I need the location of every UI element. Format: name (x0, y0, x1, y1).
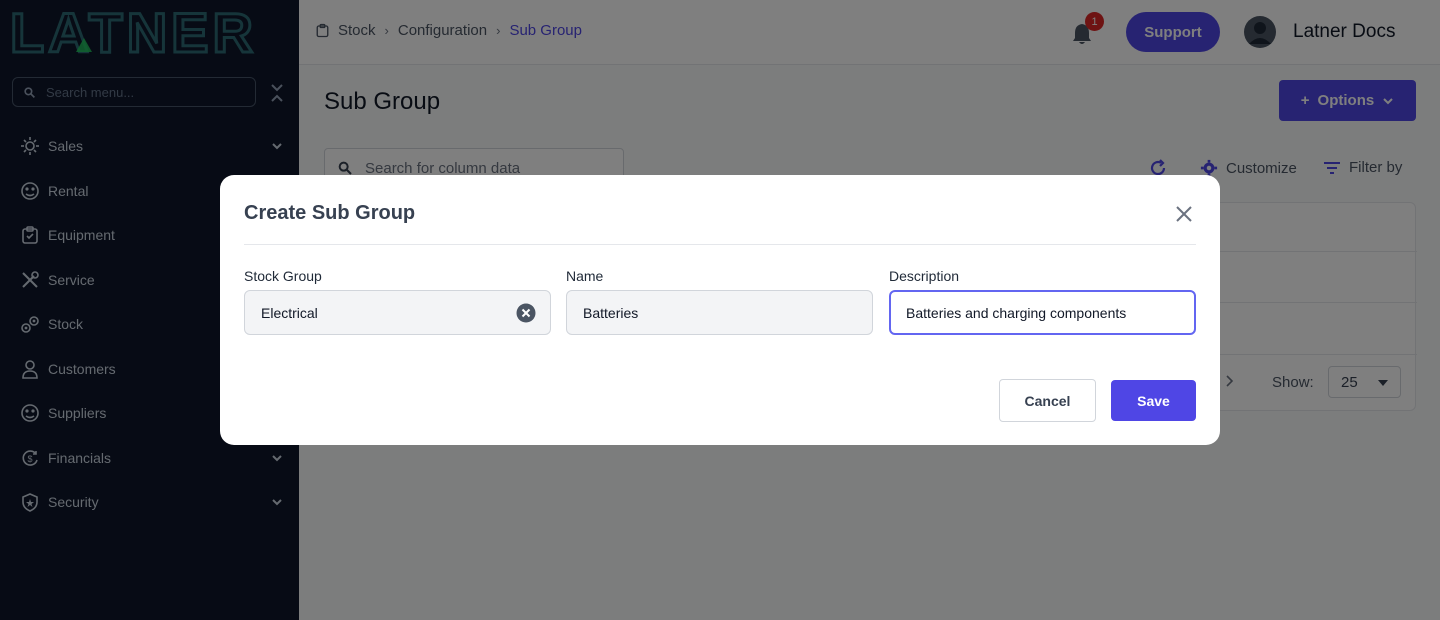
stock-group-select[interactable]: Electrical (244, 290, 551, 335)
create-sub-group-modal: Create Sub Group Stock Group Electrical … (220, 175, 1220, 445)
description-label: Description (889, 268, 960, 284)
close-icon[interactable] (1175, 205, 1193, 223)
clear-icon[interactable] (516, 303, 536, 323)
cancel-button[interactable]: Cancel (999, 379, 1096, 422)
name-field[interactable]: Batteries (566, 290, 873, 335)
stock-group-label: Stock Group (244, 268, 322, 284)
save-button[interactable]: Save (1111, 380, 1196, 421)
modal-divider (244, 244, 1196, 245)
description-value: Batteries and charging components (906, 304, 1127, 321)
name-label: Name (566, 268, 604, 284)
stock-group-value: Electrical (261, 304, 318, 321)
name-value: Batteries (583, 304, 639, 321)
modal-title: Create Sub Group (244, 202, 416, 224)
description-field[interactable]: Batteries and charging components (889, 290, 1196, 335)
